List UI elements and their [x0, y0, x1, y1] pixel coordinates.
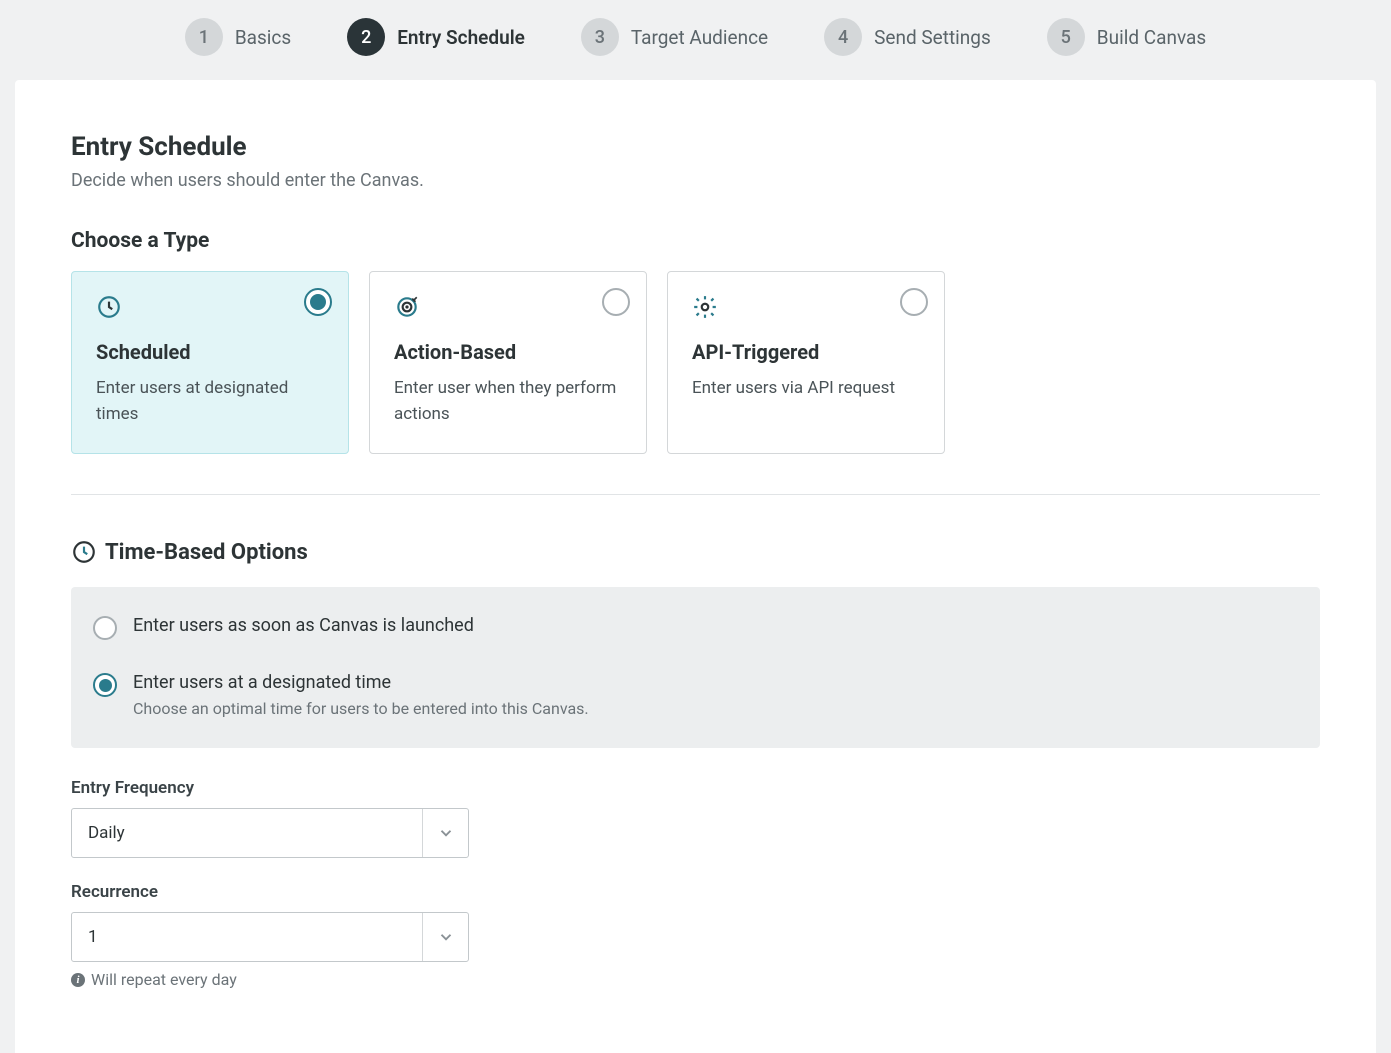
step-number: 2 [347, 18, 385, 56]
field-label: Recurrence [71, 882, 1320, 902]
step-label: Basics [235, 26, 291, 49]
step-target-audience[interactable]: 3 Target Audience [581, 18, 768, 56]
radio-indicator [304, 288, 332, 316]
page-title: Entry Schedule [71, 132, 1320, 162]
step-label: Entry Schedule [397, 26, 525, 49]
recurrence-help: i Will repeat every day [71, 970, 1320, 989]
step-build-canvas[interactable]: 5 Build Canvas [1047, 18, 1206, 56]
time-options-panel: Enter users as soon as Canvas is launche… [71, 587, 1320, 748]
type-card-desc: Enter users at designated times [96, 376, 324, 427]
step-number: 5 [1047, 18, 1085, 56]
radio-enter-designated-time[interactable]: Enter users at a designated time Choose … [93, 666, 1298, 724]
step-send-settings[interactable]: 4 Send Settings [824, 18, 991, 56]
step-label: Target Audience [631, 26, 768, 49]
radio-subtext: Choose an optimal time for users to be e… [133, 699, 589, 718]
main-card: Entry Schedule Decide when users should … [15, 80, 1376, 1053]
type-card-desc: Enter users via API request [692, 376, 920, 402]
step-number: 3 [581, 18, 619, 56]
type-card-scheduled[interactable]: Scheduled Enter users at designated time… [71, 271, 349, 454]
type-card-desc: Enter user when they perform actions [394, 376, 622, 427]
step-label: Build Canvas [1097, 26, 1206, 49]
radio-indicator [602, 288, 630, 316]
step-label: Send Settings [874, 26, 991, 49]
radio-enter-on-launch[interactable]: Enter users as soon as Canvas is launche… [93, 609, 1298, 646]
page-subtitle: Decide when users should enter the Canva… [71, 170, 1320, 191]
recurrence-field: Recurrence 1 i Will repeat every day [71, 882, 1320, 989]
step-number: 1 [185, 18, 223, 56]
type-card-api-triggered[interactable]: API-Triggered Enter users via API reques… [667, 271, 945, 454]
step-number: 4 [824, 18, 862, 56]
entry-frequency-field: Entry Frequency Daily [71, 778, 1320, 858]
radio-indicator [900, 288, 928, 316]
choose-type-heading: Choose a Type [71, 229, 1320, 253]
select-value: 1 [72, 913, 422, 961]
step-basics[interactable]: 1 Basics [185, 18, 291, 56]
clock-icon [71, 539, 97, 565]
info-icon: i [71, 973, 85, 987]
wizard-stepper: 1 Basics 2 Entry Schedule 3 Target Audie… [0, 0, 1391, 80]
type-card-title: Scheduled [96, 340, 324, 364]
field-label: Entry Frequency [71, 778, 1320, 798]
type-card-action-based[interactable]: Action-Based Enter user when they perfor… [369, 271, 647, 454]
clock-icon [96, 294, 122, 320]
step-entry-schedule[interactable]: 2 Entry Schedule [347, 18, 525, 56]
gear-icon [692, 294, 718, 320]
type-card-group: Scheduled Enter users at designated time… [71, 271, 1320, 454]
radio-label: Enter users as soon as Canvas is launche… [133, 615, 474, 636]
entry-frequency-select[interactable]: Daily [71, 808, 469, 858]
radio-indicator [93, 673, 117, 697]
recurrence-select[interactable]: 1 [71, 912, 469, 962]
help-text: Will repeat every day [91, 970, 237, 989]
chevron-down-icon [422, 913, 468, 961]
divider [71, 494, 1320, 495]
time-options-heading: Time-Based Options [105, 540, 308, 565]
radio-indicator [93, 616, 117, 640]
radio-label: Enter users at a designated time [133, 672, 589, 693]
target-icon [394, 294, 420, 320]
select-value: Daily [72, 809, 422, 857]
chevron-down-icon [422, 809, 468, 857]
type-card-title: Action-Based [394, 340, 622, 364]
time-options-header: Time-Based Options [71, 539, 1320, 565]
type-card-title: API-Triggered [692, 340, 920, 364]
